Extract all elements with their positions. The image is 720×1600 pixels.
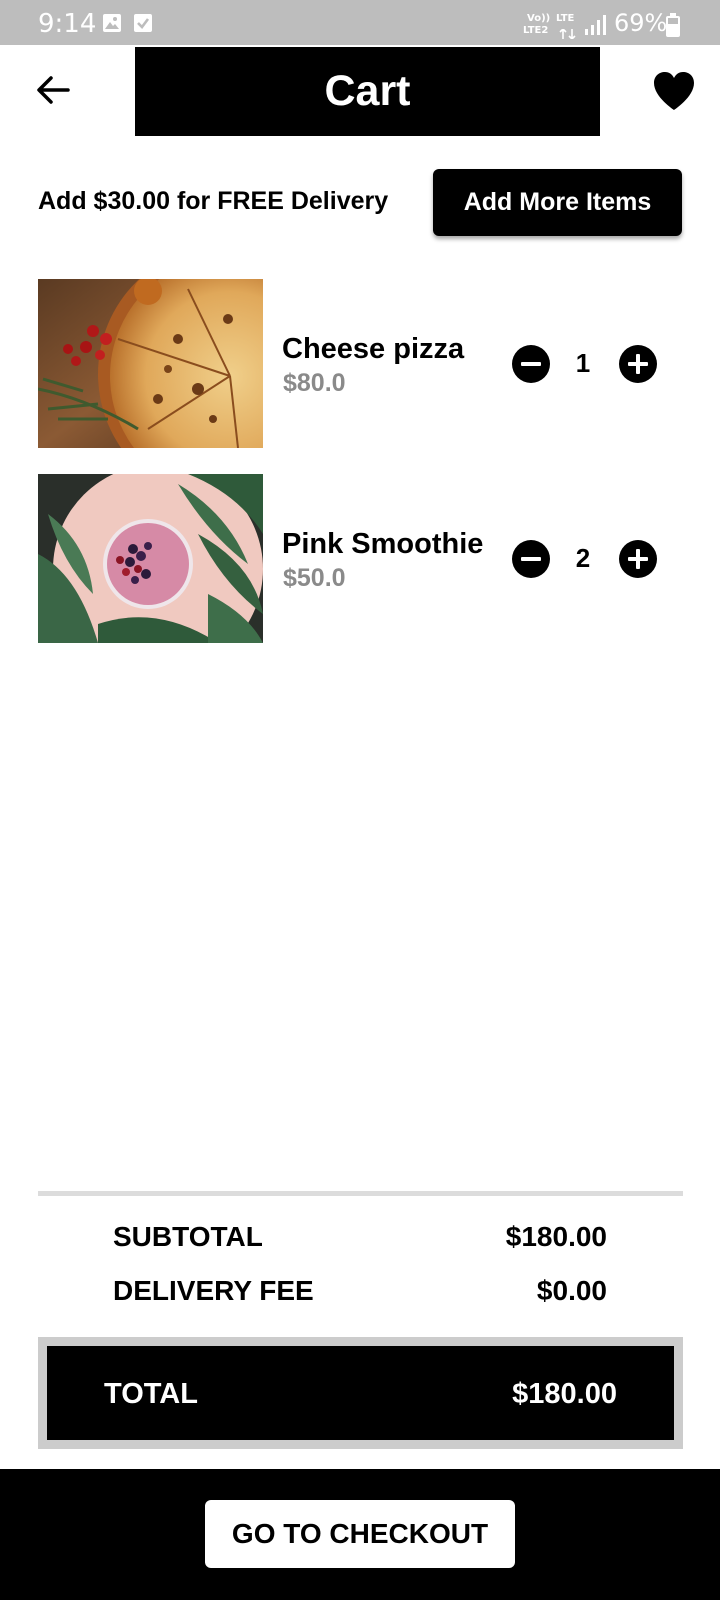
delivery-fee-label: DELIVERY FEE — [113, 1275, 314, 1306]
check-box-icon — [133, 13, 153, 38]
item-name: Cheese pizza — [282, 333, 465, 365]
checkout-bar: GO TO CHECKOUT — [0, 1469, 720, 1600]
total-label: TOTAL — [104, 1378, 198, 1410]
item-price: $80.0 — [283, 369, 346, 397]
delivery-fee-value: $0.00 — [536, 1275, 607, 1306]
status-bar: 9:14 Vo)) LTE2 LTE 69% — [0, 0, 720, 45]
favorites-button[interactable] — [652, 70, 696, 112]
subtotal-label: SUBTOTAL — [113, 1221, 263, 1252]
minus-icon — [521, 362, 541, 366]
increase-quantity-button[interactable] — [619, 540, 657, 578]
volte-label: Vo)) — [527, 13, 551, 24]
subtotal-value: $180.00 — [505, 1221, 607, 1252]
lte2-label: LTE2 — [523, 25, 549, 36]
cart-item: Cheese pizza $80.0 1 — [0, 279, 720, 449]
increase-quantity-button[interactable] — [619, 345, 657, 383]
cart-item: Pink Smoothie $50.0 2 — [0, 474, 720, 644]
signal-icon — [584, 14, 606, 41]
battery-percent: 69% — [614, 9, 668, 37]
page-title-bar: Cart — [135, 47, 600, 136]
battery-icon — [666, 13, 680, 42]
heart-icon — [654, 72, 694, 110]
free-delivery-message: Add $30.00 for FREE Delivery — [38, 187, 389, 215]
image-icon — [102, 13, 122, 38]
page-title: Cart — [324, 67, 411, 115]
status-time: 9:14 — [38, 9, 97, 39]
back-button[interactable] — [33, 70, 73, 110]
item-quantity: 2 — [575, 543, 591, 573]
item-price: $50.0 — [283, 564, 346, 592]
item-quantity: 1 — [575, 348, 591, 378]
decrease-quantity-button[interactable] — [512, 345, 550, 383]
pink-smoothie-image — [38, 474, 263, 643]
minus-icon — [521, 557, 541, 561]
summary-divider — [38, 1191, 683, 1196]
item-name: Pink Smoothie — [282, 528, 484, 560]
total-value: $180.00 — [512, 1378, 617, 1410]
add-more-items-button[interactable]: Add More Items — [433, 169, 682, 236]
cart-screen: 9:14 Vo)) LTE2 LTE 69% Cart Add $30.00 f… — [0, 0, 720, 1600]
decrease-quantity-button[interactable] — [512, 540, 550, 578]
cheese-pizza-image — [38, 279, 263, 448]
total-panel: TOTAL $180.00 — [47, 1346, 674, 1440]
checkout-button[interactable]: GO TO CHECKOUT — [205, 1500, 515, 1568]
arrow-left-icon — [37, 76, 70, 104]
lte-label: LTE — [556, 13, 575, 24]
total-box: TOTAL $180.00 — [38, 1337, 683, 1449]
data-arrows-icon — [559, 26, 577, 44]
